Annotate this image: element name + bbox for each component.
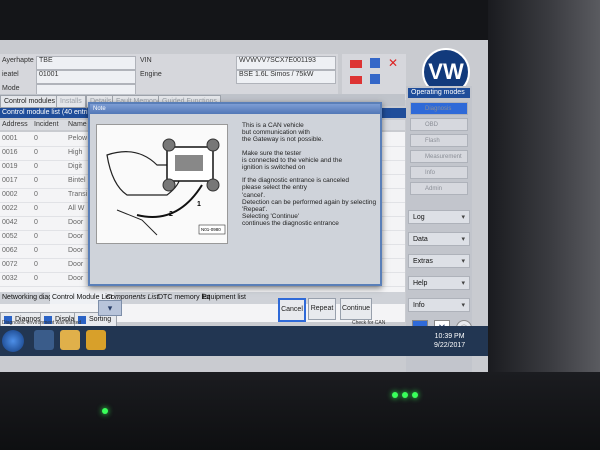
menu-data[interactable]: Data ▾ <box>408 232 470 246</box>
info-label: Mode <box>2 85 20 92</box>
disconnected-icon: ✕ <box>388 56 399 70</box>
clock-date: 9/22/2017 <box>434 342 466 349</box>
application-screen: Ayerhapte ieatel Mode TBE 01001 VIN Engi… <box>0 40 488 372</box>
menu-help[interactable]: Help ▾ <box>408 276 470 290</box>
callout-2: 2 <box>169 211 173 218</box>
continue-button[interactable]: Continue <box>340 298 372 320</box>
status-led <box>412 392 418 398</box>
vin-value: WVWVV7SCX7E001193 <box>236 56 336 70</box>
chevron-down-icon: ▾ <box>461 302 465 309</box>
network-icon <box>370 58 380 68</box>
can-warning-dialog: Note 1 2 N01-0980 This is a CAN vehicle <box>88 102 382 322</box>
column-name[interactable]: Name <box>68 121 87 128</box>
column-address[interactable]: Address <box>2 121 28 128</box>
info-label: ieatel <box>2 71 19 78</box>
status-led <box>402 392 408 398</box>
start-button-icon[interactable] <box>2 330 24 352</box>
illustration-code: N01-0980 <box>201 227 221 232</box>
tab-installs[interactable]: Installs <box>56 95 86 108</box>
dialog-message: This is a CAN vehicle but communication … <box>242 122 377 228</box>
mode-flash-button[interactable]: Flash <box>410 134 468 147</box>
repeat-button[interactable]: Repeat <box>308 298 336 320</box>
odis-icon[interactable] <box>86 330 106 350</box>
chevron-down-icon: ▾ <box>461 236 465 243</box>
clock-time: 10:39 PM <box>434 333 465 340</box>
ie-icon[interactable] <box>34 330 54 350</box>
tab-control-modules[interactable]: Control modules <box>0 95 59 108</box>
chevron-down-icon: ▾ <box>461 258 465 265</box>
windows-taskbar: 10:39 PM 9/22/2017 <box>0 326 488 356</box>
vin-label: VIN <box>140 57 152 64</box>
folder-icon[interactable] <box>60 330 80 350</box>
car-icon <box>350 76 362 84</box>
taskbar-clock: 10:39 PM 9/22/2017 <box>434 332 465 350</box>
tab-equipment-list[interactable]: Equipment list <box>200 292 248 304</box>
status-led <box>102 408 108 414</box>
mode-measurement-button[interactable]: Measurement <box>410 150 468 163</box>
chevron-down-icon: ▾ <box>461 214 465 221</box>
tester-icon <box>370 74 380 84</box>
column-incident[interactable]: Incident <box>34 121 59 128</box>
engine-label: Engine <box>140 71 162 78</box>
menu-extras[interactable]: Extras ▾ <box>408 254 470 268</box>
mode-admin-button[interactable]: Admin <box>410 182 468 195</box>
engine-value: BSE 1.6L Simos / 75kW <box>236 70 336 84</box>
operating-modes-title: Operating modes <box>408 88 470 98</box>
car-icon <box>350 60 362 68</box>
menu-info[interactable]: Info ▾ <box>408 298 470 312</box>
info-label: Ayerhapte <box>2 57 34 64</box>
callout-1: 1 <box>197 201 201 208</box>
monitor-bezel-bottom <box>0 372 600 450</box>
chevron-down-icon: ▾ <box>461 280 465 287</box>
status-led <box>392 392 398 398</box>
expand-icon[interactable]: ▾ <box>98 300 122 316</box>
dialog-title: Note <box>90 104 380 114</box>
menu-log[interactable]: Log ▾ <box>408 210 470 224</box>
steering-column-illustration: 1 2 N01-0980 <box>96 124 228 244</box>
cancel-button[interactable]: Cancel <box>278 298 306 322</box>
info-value-field: TBE <box>36 56 136 70</box>
mode-diagnosis-button[interactable]: Diagnosis <box>410 102 468 115</box>
mode-info-button[interactable]: Info <box>410 166 468 179</box>
info-value-field: 01001 <box>36 70 136 84</box>
diagnostic-port-diagram <box>97 125 227 243</box>
mode-obd-button[interactable]: OBD <box>410 118 468 131</box>
